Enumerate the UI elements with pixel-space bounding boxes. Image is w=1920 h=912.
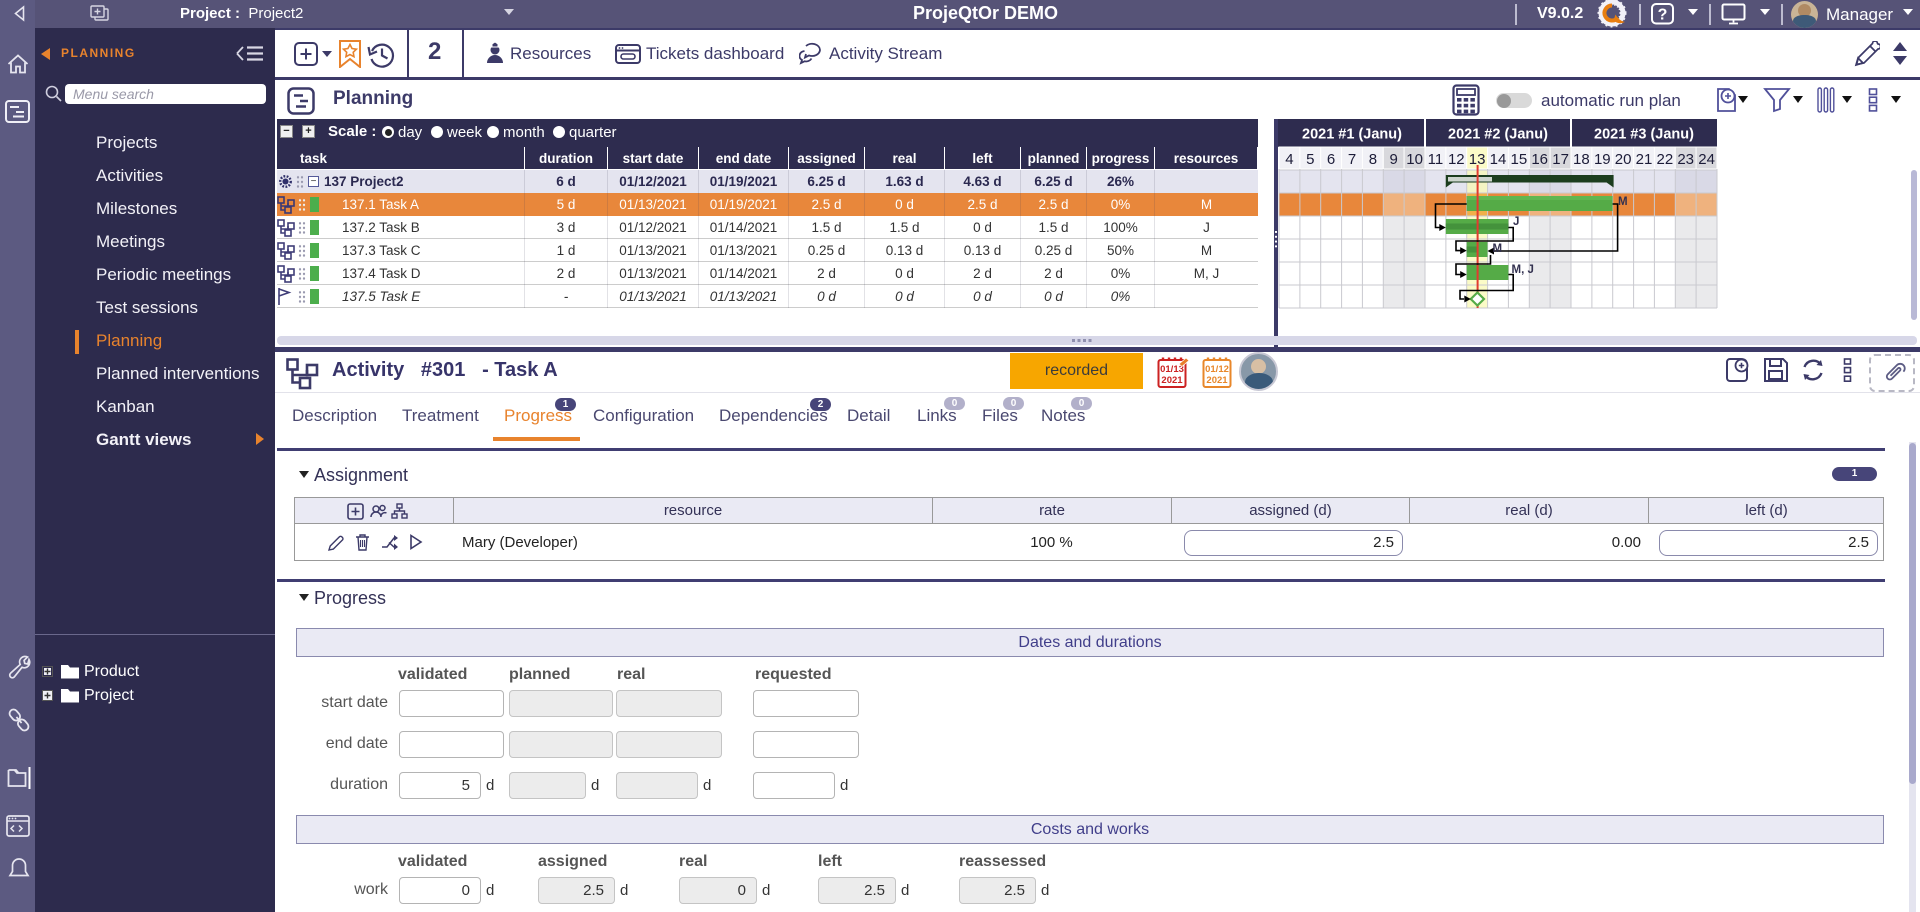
svg-text:11: 11	[1428, 151, 1444, 168]
svg-text:10: 10	[1406, 151, 1423, 168]
svg-text:14: 14	[1490, 151, 1507, 168]
svg-text:01/12: 01/12	[1205, 364, 1229, 375]
svg-text:2021 #2 (Janu): 2021 #2 (Janu)	[1448, 127, 1548, 143]
svg-text:21: 21	[1636, 151, 1653, 168]
svg-text:2021 #3 (Janu): 2021 #3 (Janu)	[1594, 127, 1694, 143]
svg-text:2021: 2021	[1206, 375, 1228, 386]
svg-text:2021 #1 (Janu): 2021 #1 (Janu)	[1302, 127, 1402, 143]
svg-text:15: 15	[1511, 151, 1528, 168]
svg-text:4: 4	[1285, 151, 1293, 168]
svg-text:01/13: 01/13	[1160, 364, 1184, 375]
svg-text:2021: 2021	[1161, 375, 1183, 386]
svg-text:16: 16	[1531, 151, 1548, 168]
svg-text:23: 23	[1677, 151, 1694, 168]
svg-text:J: J	[1513, 216, 1519, 228]
svg-text:6: 6	[1327, 151, 1335, 168]
svg-text:24: 24	[1698, 151, 1715, 168]
svg-text:22: 22	[1657, 151, 1674, 168]
svg-text:M: M	[1618, 196, 1628, 208]
svg-text:17: 17	[1552, 151, 1569, 168]
svg-text:18: 18	[1573, 151, 1590, 168]
svg-text:19: 19	[1594, 151, 1611, 168]
svg-text:9: 9	[1390, 151, 1398, 168]
svg-text:12: 12	[1448, 151, 1465, 168]
svg-text:M, J: M, J	[1512, 264, 1534, 276]
svg-text:?: ?	[1658, 7, 1668, 24]
svg-text:20: 20	[1615, 151, 1632, 168]
svg-text:7: 7	[1348, 151, 1356, 168]
svg-text:8: 8	[1369, 151, 1377, 168]
svg-text:5: 5	[1306, 151, 1314, 168]
svg-text:M: M	[1493, 243, 1503, 255]
